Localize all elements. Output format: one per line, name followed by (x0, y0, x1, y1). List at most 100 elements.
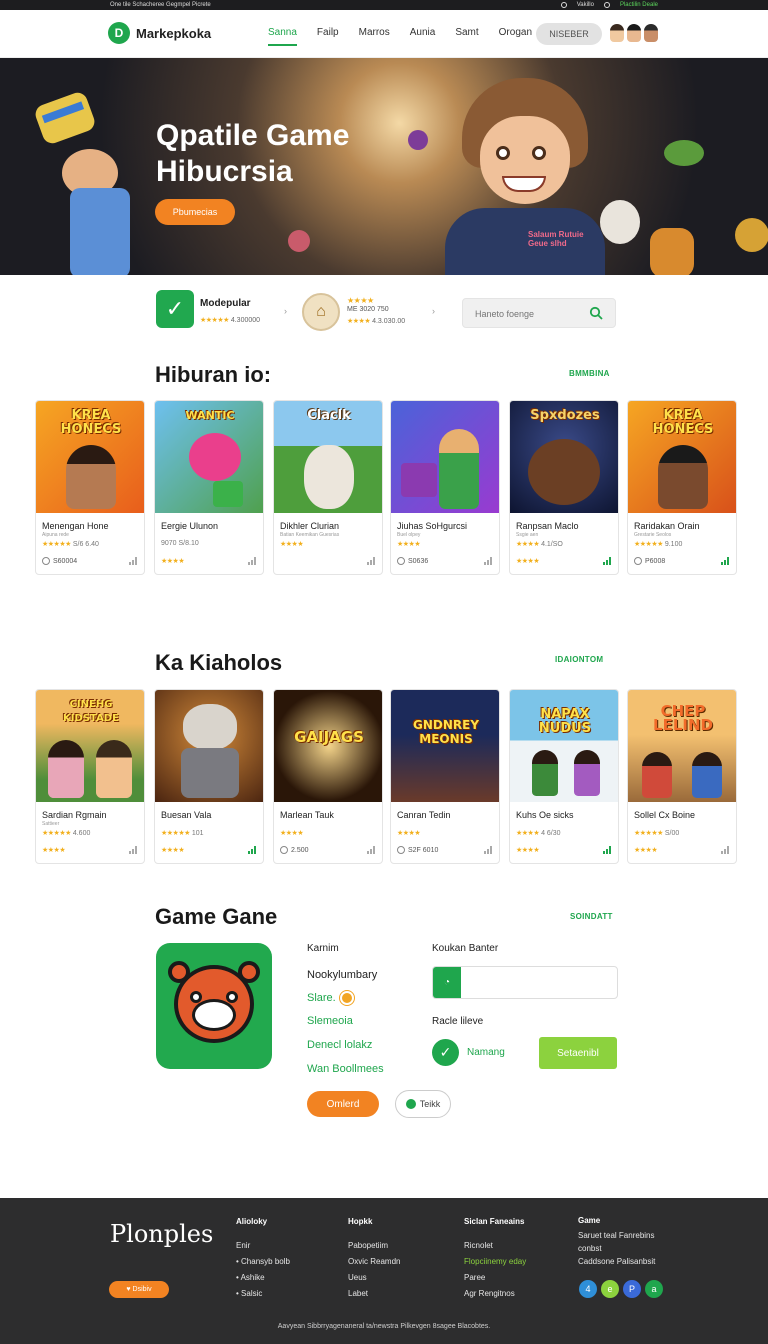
footer-link[interactable]: Flopciinemy eday (464, 1254, 526, 1270)
social-icon[interactable]: e (601, 1280, 619, 1298)
detail-link[interactable]: Wan Boollmees (307, 1063, 384, 1075)
game-card[interactable]: Buesan Vala ★★★★★ 101 ★★★★ (154, 689, 264, 864)
footer-link[interactable]: Agr Rengitnos (464, 1286, 526, 1302)
footer-link[interactable]: • Ashike (236, 1270, 290, 1286)
check-icon[interactable]: ✓ (156, 290, 194, 328)
stars-icon: ★★★★ (280, 541, 304, 548)
chevron-right-icon[interactable]: › (284, 306, 287, 316)
bear-app-icon[interactable] (156, 943, 272, 1069)
game-rating: ★★★★ (397, 829, 421, 837)
nav-item-1[interactable]: Sanna (268, 27, 297, 46)
check-icon[interactable]: ✓ (432, 1039, 459, 1066)
rating-value: 4.600 (72, 830, 91, 837)
section-see-all-link[interactable]: IDAIONTOM (555, 655, 603, 664)
search-icon[interactable] (589, 306, 603, 320)
signal-icon (367, 846, 376, 854)
signal-icon (367, 557, 376, 565)
game-card[interactable]: WANTIC Eergie Ulunon 9070 S/8.10 ★★★★ (154, 400, 264, 575)
submit-button[interactable]: Setaenibl (539, 1037, 617, 1069)
top-strip-link[interactable]: Vakillo (577, 2, 594, 8)
text-field[interactable]: ◔ (432, 966, 618, 999)
hand-holding-jar-illustration (35, 92, 130, 275)
shop-icon[interactable]: ⌂ (302, 293, 340, 331)
game-card[interactable]: Claclk Dikhler Clurian Batian Keemikan G… (273, 400, 383, 575)
featured-app-name[interactable]: Modepular (200, 298, 251, 309)
primary-button[interactable]: Omlerd (307, 1091, 379, 1117)
game-subtitle: Aipuna rede (42, 532, 69, 538)
stars-icon: ★★★★ (347, 318, 371, 325)
game-meta: ★★★★ (634, 846, 658, 854)
footer-link[interactable]: Oxvic Reamdn (348, 1254, 400, 1270)
game-meta: ★★★★ (161, 557, 185, 565)
game-card[interactable]: KREA HONECS Raridakan Orain Grestarie Se… (627, 400, 737, 575)
check-label[interactable]: Namang (467, 1047, 505, 1058)
meta-value: S60004 (53, 557, 78, 565)
game-meta: S2F 6010 (397, 846, 438, 854)
signal-icon (129, 846, 138, 854)
avatar[interactable] (610, 24, 624, 42)
detail-link[interactable]: Denecl lolakz (307, 1039, 372, 1051)
footer-link[interactable]: Saruet teal Fanrebins (578, 1229, 655, 1242)
avatar[interactable] (627, 24, 641, 42)
footer-link[interactable]: • Salsic (236, 1286, 290, 1302)
game-card[interactable]: GNDNREY MEONIS Canran Tedin ★★★★ S2F 601… (390, 689, 500, 864)
footer-link[interactable]: Ueus (348, 1270, 400, 1286)
game-card[interactable]: GAIJAGS Marlean Tauk ★★★★ 2.500 (273, 689, 383, 864)
nav-item-3[interactable]: Marros (359, 27, 390, 46)
game-card[interactable]: CHEP LELIND Sollel Cx Boine ★★★★★ S/00 ★… (627, 689, 737, 864)
nav-item-5[interactable]: Samt (455, 27, 478, 46)
footer-link[interactable]: conbst (578, 1242, 655, 1255)
game-rating: ★★★★★ 4.600 (42, 829, 90, 837)
footer-column-heading: Hopkk (348, 1217, 373, 1226)
header-search-button[interactable]: NISEBER (536, 23, 602, 45)
footer-link[interactable]: Labet (348, 1286, 400, 1302)
footer-badge[interactable]: ♥ Dsibiv (109, 1281, 169, 1298)
nav-item-4[interactable]: Aunia (410, 27, 436, 46)
footer-logo[interactable]: Plonples (110, 1220, 213, 1248)
chevron-right-icon[interactable]: › (432, 306, 435, 316)
footer-link[interactable]: • Chansyb bolb (236, 1254, 290, 1270)
footer-link[interactable]: Enir (236, 1238, 290, 1254)
meta-value: S2F 6010 (408, 846, 439, 854)
section-see-all-link[interactable]: BMMBINA (569, 369, 610, 378)
footer-link[interactable]: Caddsone Palisanbsit (578, 1255, 655, 1268)
game-rating: ★★★★★ 9.100 (634, 540, 682, 548)
game-card[interactable]: Jiuhas SoHgurcsi Buel olpey ★★★★ S0636 (390, 400, 500, 575)
coin-icon (339, 991, 354, 1005)
game-card[interactable]: Spxdozes Ranpsan Maclo Ssgie aen ★★★★ 4.… (509, 400, 619, 575)
top-strip: One tile Schacheree Gegmpel Picrete Vaki… (0, 0, 768, 10)
detail-link[interactable]: Slemeoia (307, 1015, 353, 1027)
footer-link-text: Ashike (240, 1273, 265, 1282)
site-logo[interactable]: D Markepkoka (108, 22, 211, 44)
footer-link[interactable]: Ricnolet (464, 1238, 526, 1254)
character-figure (48, 740, 84, 798)
meta-value: S0636 (408, 557, 429, 565)
game-card[interactable]: CINEHG KIDSTADE Sardian Rgmain Sattieer … (35, 689, 145, 864)
signal-icon (129, 557, 138, 565)
circle-icon (603, 2, 610, 8)
user-avatars[interactable] (610, 24, 658, 42)
character-figure (574, 750, 600, 796)
game-name: Eergie Ulunon (161, 521, 219, 531)
secondary-button[interactable]: Teikk (395, 1090, 451, 1118)
nav-item-6[interactable]: Orogan (499, 27, 532, 46)
social-icon[interactable]: a (645, 1280, 663, 1298)
orange-toy-illustration (650, 228, 694, 275)
hero-cta-button[interactable]: Pbumecias (155, 199, 235, 225)
game-subtitle: Grestarie Seolos (634, 532, 672, 538)
footer-link[interactable]: Paree (464, 1270, 526, 1286)
nav-item-2[interactable]: Failp (317, 27, 339, 46)
social-icon[interactable]: 4 (579, 1280, 597, 1298)
game-card[interactable]: KREA HONECS Menengan Hone Aipuna rede ★★… (35, 400, 145, 575)
game-card[interactable]: NAPAX NUDUS Kuhs Oe sicks ★★★★ 4 6/30 ★★… (509, 689, 619, 864)
footer-column: Alioloky Enir • Chansyb bolb • Ashike • … (236, 1214, 290, 1302)
avatar[interactable] (644, 24, 658, 42)
social-icon[interactable]: P (623, 1280, 641, 1298)
top-strip-promo[interactable]: Plactilin Deale (620, 2, 658, 8)
search-input[interactable] (475, 306, 585, 322)
second-app-rating: ★★★★ 4.3.030.00 (347, 317, 405, 325)
section-see-all-link[interactable]: SOINDATT (570, 912, 613, 921)
game-name: Ranpsan Maclo (516, 521, 579, 531)
footer-link[interactable]: Pabopetiim (348, 1238, 400, 1254)
bear-ear (238, 961, 260, 983)
